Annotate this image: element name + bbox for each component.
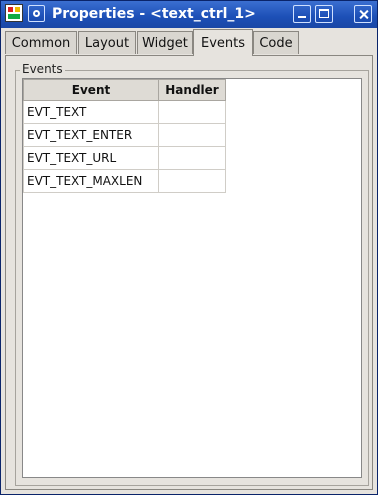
table-row[interactable]: EVT_TEXT <box>23 100 226 124</box>
events-grid[interactable]: Event Handler EVT_TEXT EVT_TEXT_ENTER EV… <box>22 78 362 478</box>
tab-widget[interactable]: Widget <box>137 31 193 54</box>
app-icon <box>5 4 23 22</box>
close-button[interactable] <box>354 5 372 23</box>
events-group-label: Events <box>20 62 65 76</box>
event-cell: EVT_TEXT <box>23 100 159 124</box>
column-header-handler[interactable]: Handler <box>158 79 226 101</box>
title-bar[interactable]: Properties - <text_ctrl_1> <box>1 1 377 28</box>
window-title: Properties - <text_ctrl_1> <box>52 6 256 22</box>
handler-cell[interactable] <box>158 169 226 193</box>
handler-cell[interactable] <box>158 146 226 170</box>
events-group: Events Event Handler EVT_TEXT EVT_TEXT_E… <box>15 62 369 486</box>
properties-window: Properties - <text_ctrl_1> Common Layout… <box>0 0 378 495</box>
tab-events[interactable]: Events <box>193 29 253 56</box>
tab-code[interactable]: Code <box>253 31 299 54</box>
column-header-event[interactable]: Event <box>23 79 159 101</box>
event-cell: EVT_TEXT_MAXLEN <box>23 169 159 193</box>
table-row[interactable]: EVT_TEXT_ENTER <box>23 123 226 147</box>
event-cell: EVT_TEXT_URL <box>23 146 159 170</box>
table-row[interactable]: EVT_TEXT_MAXLEN <box>23 169 226 193</box>
minimize-button[interactable] <box>293 5 311 23</box>
tab-panel-events: Events Event Handler EVT_TEXT EVT_TEXT_E… <box>5 55 373 490</box>
maximize-button[interactable] <box>315 5 333 23</box>
handler-cell[interactable] <box>158 100 226 124</box>
tab-common[interactable]: Common <box>5 31 77 54</box>
event-cell: EVT_TEXT_ENTER <box>23 123 159 147</box>
window-menu-icon[interactable] <box>28 5 45 22</box>
handler-cell[interactable] <box>158 123 226 147</box>
tab-layout[interactable]: Layout <box>78 31 136 54</box>
table-row[interactable]: EVT_TEXT_URL <box>23 146 226 170</box>
